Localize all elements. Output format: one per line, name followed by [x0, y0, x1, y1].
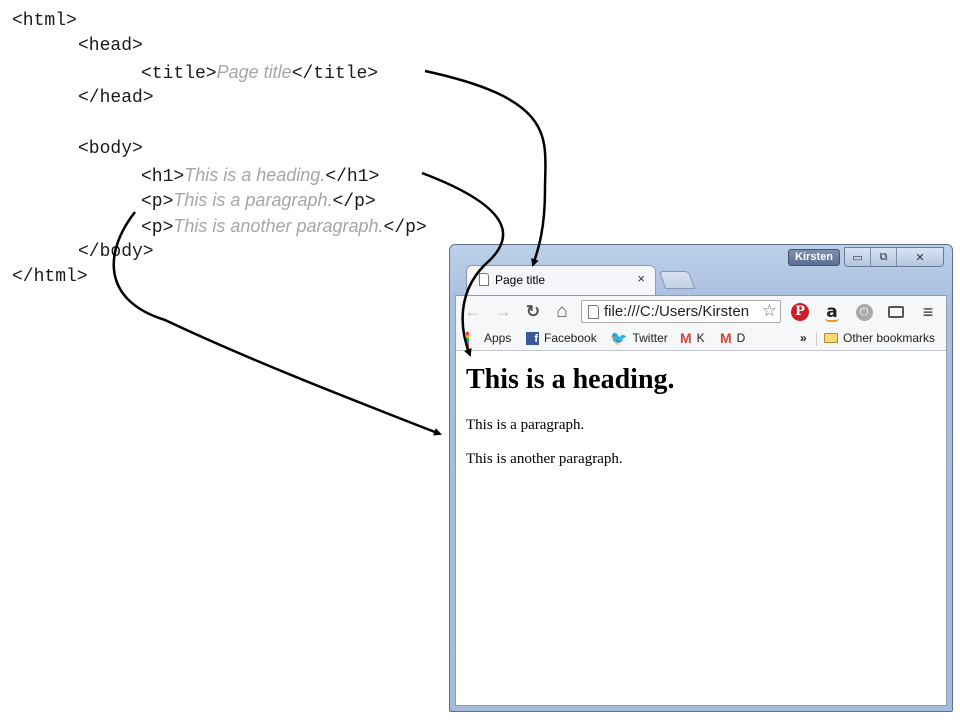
connector-arrows	[112, 69, 547, 436]
arrow-paragraph-to-page-paragraph	[112, 211, 442, 436]
arrow-heading-to-page-heading	[421, 171, 505, 357]
arrow-title-to-tab	[424, 69, 547, 267]
